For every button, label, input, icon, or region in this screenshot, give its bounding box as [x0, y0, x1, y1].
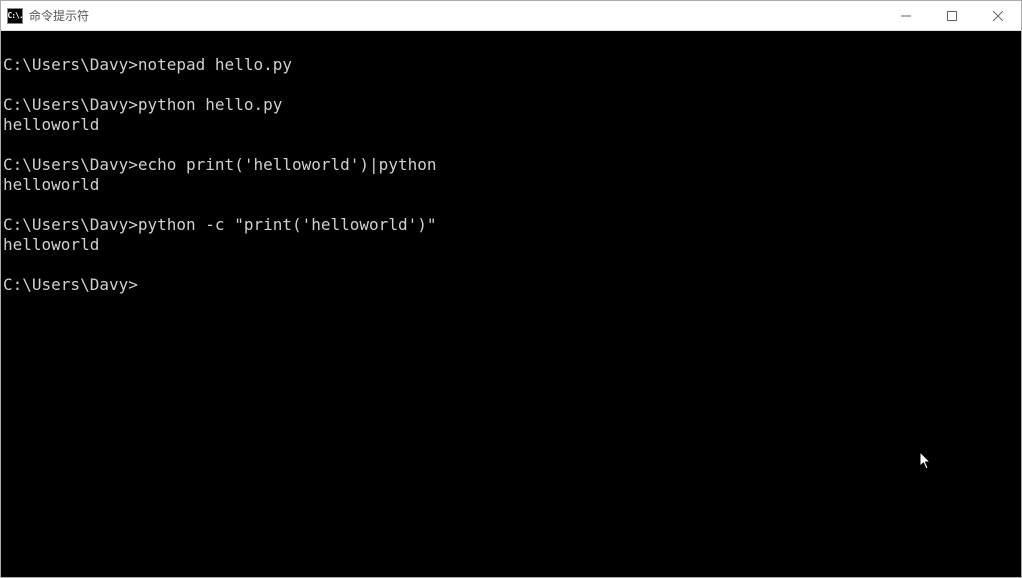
blank-line [3, 135, 1019, 155]
blank-line [3, 195, 1019, 215]
prompt-line: C:\Users\Davy>python -c "print('hellowor… [3, 215, 1019, 235]
window-title: 命令提示符 [29, 7, 89, 24]
minimize-icon [901, 11, 911, 21]
maximize-button[interactable] [929, 1, 975, 30]
terminal-output[interactable]: C:\Users\Davy>notepad hello.py C:\Users\D… [1, 31, 1021, 577]
output-line: helloworld [3, 175, 1019, 195]
minimize-button[interactable] [883, 1, 929, 30]
maximize-icon [947, 11, 957, 21]
blank-line [3, 35, 1019, 55]
app-icon: C:\. [7, 8, 23, 24]
close-button[interactable] [975, 1, 1021, 30]
blank-line [3, 255, 1019, 275]
prompt-line: C:\Users\Davy> [3, 275, 1019, 295]
titlebar[interactable]: C:\. 命令提示符 [1, 1, 1021, 31]
close-icon [993, 11, 1003, 21]
prompt-line: C:\Users\Davy>echo print('helloworld')|p… [3, 155, 1019, 175]
output-line: helloworld [3, 115, 1019, 135]
prompt-line: C:\Users\Davy>notepad hello.py [3, 55, 1019, 75]
prompt-line: C:\Users\Davy>python hello.py [3, 95, 1019, 115]
window-frame: C:\. 命令提示符 C:\Users\Davy>notepad hello.p… [0, 0, 1022, 578]
output-line: helloworld [3, 235, 1019, 255]
window-controls [883, 1, 1021, 30]
blank-line [3, 75, 1019, 95]
titlebar-left: C:\. 命令提示符 [1, 7, 89, 24]
